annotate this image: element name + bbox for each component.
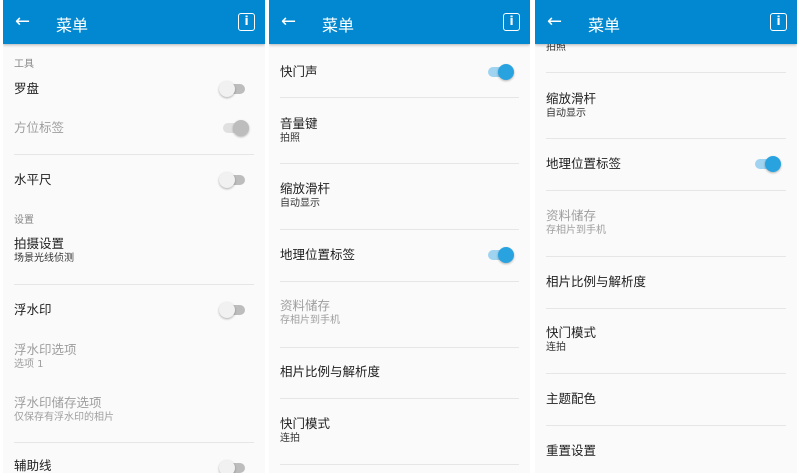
divider bbox=[546, 373, 786, 374]
info-icon[interactable]: i bbox=[238, 13, 255, 31]
setting-summary: 选项 1 bbox=[14, 359, 44, 370]
setting-shutter-mode[interactable]: 快门模式 连拍 bbox=[280, 416, 519, 446]
setting-shutter-sound[interactable]: 快门声 bbox=[280, 64, 519, 80]
setting-label: 音量键 bbox=[280, 116, 318, 131]
watermark-toggle[interactable] bbox=[219, 302, 245, 318]
gridlines-toggle[interactable] bbox=[219, 460, 245, 473]
setting-shutter-mode[interactable]: 快门模式 连拍 bbox=[546, 325, 786, 355]
page-title: 菜单 bbox=[588, 16, 621, 35]
setting-summary: 场景光线侦测 bbox=[14, 253, 74, 264]
divider bbox=[546, 190, 786, 191]
divider bbox=[14, 154, 254, 155]
setting-summary: 存相片到手机 bbox=[546, 225, 606, 236]
level-toggle[interactable] bbox=[219, 172, 245, 188]
arrow-left-icon[interactable]: ← bbox=[547, 10, 562, 34]
menu-panel-2: ← 菜单 i 快门声 音量键拍照 缩放滑杆自动显示 地理位置标签 资料储存存相片… bbox=[269, 0, 530, 473]
setting-theme[interactable]: 主题配色 bbox=[546, 391, 786, 407]
setting-label: 地理位置标签 bbox=[546, 156, 622, 171]
setting-label: 缩放滑杆 bbox=[280, 181, 331, 196]
divider bbox=[280, 229, 519, 230]
divider bbox=[280, 281, 519, 282]
setting-ratio[interactable]: 相片比例与解析度 bbox=[546, 274, 786, 290]
menu-panel-3: ← 菜单 i 拍照 缩放滑杆 自动显示 地理位置标签 资料储存 存相片到手机 相片比… bbox=[535, 0, 797, 473]
category-settings: 设置 bbox=[14, 215, 34, 226]
setting-summary: 连拍 bbox=[280, 433, 300, 444]
divider bbox=[280, 464, 519, 465]
divider bbox=[280, 163, 519, 164]
setting-summary: 存相片到手机 bbox=[280, 315, 340, 326]
setting-level[interactable]: 水平尺 bbox=[14, 172, 254, 188]
divider bbox=[280, 398, 519, 399]
setting-bearing-label: 方位标签 bbox=[14, 120, 254, 136]
setting-label: 水平尺 bbox=[14, 172, 52, 187]
category-tools: 工具 bbox=[14, 59, 34, 70]
divider bbox=[546, 425, 786, 426]
setting-label: 资料储存 bbox=[546, 208, 597, 223]
divider bbox=[14, 284, 254, 285]
geotag-toggle[interactable] bbox=[755, 156, 781, 172]
setting-label: 快门声 bbox=[280, 64, 318, 79]
arrow-left-icon[interactable]: ← bbox=[281, 10, 296, 34]
divider bbox=[546, 72, 786, 73]
setting-watermark[interactable]: 浮水印 bbox=[14, 302, 254, 318]
setting-summary: 拍照 bbox=[280, 133, 300, 144]
divider bbox=[14, 442, 254, 443]
setting-label: 拍摄设置 bbox=[14, 236, 65, 251]
app-bar: ← 菜单 i bbox=[3, 0, 265, 44]
setting-label: 快门模式 bbox=[280, 416, 331, 431]
app-bar: ← 菜单 i bbox=[535, 0, 797, 44]
setting-label: 重置设置 bbox=[546, 443, 597, 458]
divider bbox=[280, 347, 519, 348]
divider bbox=[546, 308, 786, 309]
setting-volume-key[interactable]: 音量键 拍照 bbox=[280, 116, 519, 146]
info-icon[interactable]: i bbox=[770, 13, 787, 31]
setting-label: 浮水印选项 bbox=[14, 342, 77, 357]
setting-compass[interactable]: 罗盘 bbox=[14, 81, 254, 97]
setting-geotag[interactable]: 地理位置标签 bbox=[546, 156, 786, 172]
shutter-sound-toggle[interactable] bbox=[488, 64, 514, 80]
setting-zoom-slider[interactable]: 缩放滑杆 自动显示 bbox=[280, 181, 519, 211]
compass-toggle[interactable] bbox=[219, 81, 245, 97]
divider bbox=[546, 138, 786, 139]
setting-label: 地理位置标签 bbox=[280, 247, 356, 262]
page-title: 菜单 bbox=[322, 16, 355, 35]
setting-label: 相片比例与解析度 bbox=[546, 274, 647, 289]
setting-reset[interactable]: 重置设置 bbox=[546, 443, 786, 459]
setting-watermark-save: 浮水印储存选项仅保存有浮水印的相片 bbox=[14, 395, 254, 425]
arrow-left-icon[interactable]: ← bbox=[15, 10, 30, 34]
setting-summary: 连拍 bbox=[546, 342, 566, 353]
setting-label: 辅助线 bbox=[14, 458, 52, 473]
app-bar: ← 菜单 i bbox=[269, 0, 530, 44]
setting-geotag[interactable]: 地理位置标签 bbox=[280, 247, 519, 263]
setting-label: 方位标签 bbox=[14, 120, 65, 135]
setting-label: 主题配色 bbox=[546, 391, 597, 406]
setting-label: 浮水印 bbox=[14, 302, 52, 317]
setting-ratio[interactable]: 相片比例与解析度 bbox=[280, 364, 519, 380]
setting-storage: 资料储存存相片到手机 bbox=[546, 208, 786, 238]
menu-panel-1: ← 菜单 i 工具 罗盘 方位标签 水平尺 设置 拍摄设置 场景光线侦测 浮水印 … bbox=[3, 0, 265, 473]
setting-summary: 仅保存有浮水印的相片 bbox=[14, 412, 114, 423]
setting-summary: 自动显示 bbox=[280, 198, 320, 209]
info-icon[interactable]: i bbox=[503, 13, 520, 31]
page-title: 菜单 bbox=[56, 16, 89, 35]
setting-watermark-options: 浮水印选项选项 1 bbox=[14, 342, 254, 372]
setting-summary: 自动显示 bbox=[546, 108, 586, 119]
setting-label: 资料储存 bbox=[280, 298, 331, 313]
setting-label: 浮水印储存选项 bbox=[14, 395, 102, 410]
setting-label: 快门模式 bbox=[546, 325, 597, 340]
setting-label: 罗盘 bbox=[14, 81, 40, 96]
bearing-label-toggle bbox=[223, 120, 249, 136]
setting-storage: 资料储存存相片到手机 bbox=[280, 298, 519, 328]
setting-shoot-settings[interactable]: 拍摄设置场景光线侦测 bbox=[14, 236, 254, 266]
divider bbox=[280, 97, 519, 98]
divider bbox=[546, 256, 786, 257]
setting-label: 相片比例与解析度 bbox=[280, 364, 381, 379]
setting-label: 缩放滑杆 bbox=[546, 91, 597, 106]
setting-zoom-slider[interactable]: 缩放滑杆 自动显示 bbox=[546, 91, 786, 121]
geotag-toggle[interactable] bbox=[488, 247, 514, 263]
setting-gridlines[interactable]: 辅助线 bbox=[14, 458, 254, 473]
